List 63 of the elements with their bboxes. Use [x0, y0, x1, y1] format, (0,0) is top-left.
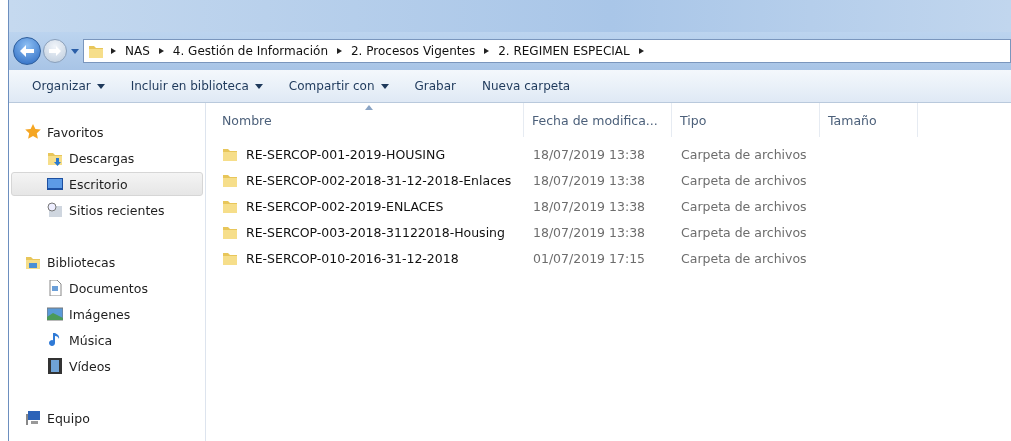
file-name: RE-SERCOP-001-2019-HOUSING [246, 146, 446, 162]
table-cell-text: 01/07/2019 17:15 [532, 250, 647, 266]
back-button[interactable] [13, 37, 41, 65]
breadcrumb[interactable]: 2. REGIMEN ESPECIAL [496, 44, 632, 58]
toolbar-button[interactable]: Grabar [405, 75, 465, 97]
toolbar-button[interactable]: Incluir en biblioteca [121, 75, 272, 97]
sidebar-item[interactable]: Sitios recientes [11, 198, 203, 222]
table-cell-text: Carpeta de archivos [680, 146, 807, 162]
folder-icon [222, 198, 238, 214]
column-header[interactable]: Tipo [672, 103, 820, 137]
toolbar-button[interactable]: Organizar [23, 75, 114, 97]
sidebar-item[interactable]: Vídeos [11, 354, 203, 378]
column-header[interactable]: Nombre [206, 103, 524, 137]
picture-icon [47, 306, 63, 322]
folder-icon [222, 250, 238, 266]
caret-icon [71, 48, 79, 54]
table-cell-text: Carpeta de archivos [680, 172, 807, 188]
table-cell-text: Carpeta de archivos [680, 198, 807, 214]
chevron-icon [637, 47, 645, 55]
sidebar-item[interactable]: Descargas [11, 146, 203, 170]
star-icon [25, 124, 41, 140]
right-arrow-icon [48, 45, 62, 57]
sidebar-item[interactable]: Música [11, 328, 203, 352]
table-cell-text: Carpeta de archivos [680, 224, 807, 240]
sidebar-group-header[interactable]: Bibliotecas [9, 249, 205, 275]
address-bar[interactable]: NAS 4. Gestión de Información 2. Procesos Vigentes 2. REGIMEN ESPECIAL [83, 39, 1011, 63]
sidebar-group-header[interactable]: Equipo [9, 405, 205, 431]
table-cell-text: 18/07/2019 13:38 [532, 224, 647, 240]
computer-icon [25, 410, 41, 426]
breadcrumb[interactable]: 2. Procesos Vigentes [349, 44, 478, 58]
film-icon [47, 358, 63, 374]
breadcrumb[interactable]: 4. Gestión de Información [170, 44, 330, 58]
sidebar-item[interactable]: Documentos [11, 276, 203, 300]
chevron-icon [110, 47, 117, 55]
breadcrumb[interactable]: NAS [123, 44, 152, 58]
column-header[interactable]: Fecha de modifica... [524, 103, 672, 137]
library-icon [25, 254, 41, 270]
table-cell-text: 18/07/2019 13:38 [532, 146, 647, 162]
toolbar-button[interactable]: Compartir con [279, 75, 398, 97]
document-icon [47, 280, 63, 296]
column-header[interactable]: Tamaño [820, 103, 918, 137]
sidebar-item[interactable]: Imágenes [11, 302, 203, 326]
desktop-icon [47, 176, 63, 192]
folder-icon [222, 146, 238, 162]
table-cell-text: Carpeta de archivos [680, 250, 807, 266]
chevron-icon [483, 47, 491, 55]
folder-icon [222, 224, 238, 240]
table-cell-text: 18/07/2019 13:38 [532, 172, 647, 188]
download-folder-icon [47, 150, 63, 166]
table-cell-text: 18/07/2019 13:38 [532, 198, 647, 214]
file-name: RE-SERCOP-003-2018-31122018-Housing [246, 224, 505, 240]
file-name: RE-SERCOP-002-2018-31-12-2018-Enlaces [246, 172, 512, 188]
chevron-icon [336, 47, 343, 55]
file-name: RE-SERCOP-002-2019-ENLACES [246, 198, 444, 214]
sidebar-item[interactable]: Escritorio [11, 172, 203, 196]
forward-button[interactable] [43, 39, 67, 63]
file-name: RE-SERCOP-010-2016-31-12-2018 [246, 250, 459, 266]
toolbar-button[interactable]: Nueva carpeta [473, 75, 580, 97]
folder-icon [222, 172, 238, 188]
folder-icon [88, 43, 104, 59]
left-arrow-icon [19, 44, 35, 58]
sidebar-group-header[interactable]: Favoritos [9, 119, 205, 145]
chevron-icon [157, 47, 165, 55]
